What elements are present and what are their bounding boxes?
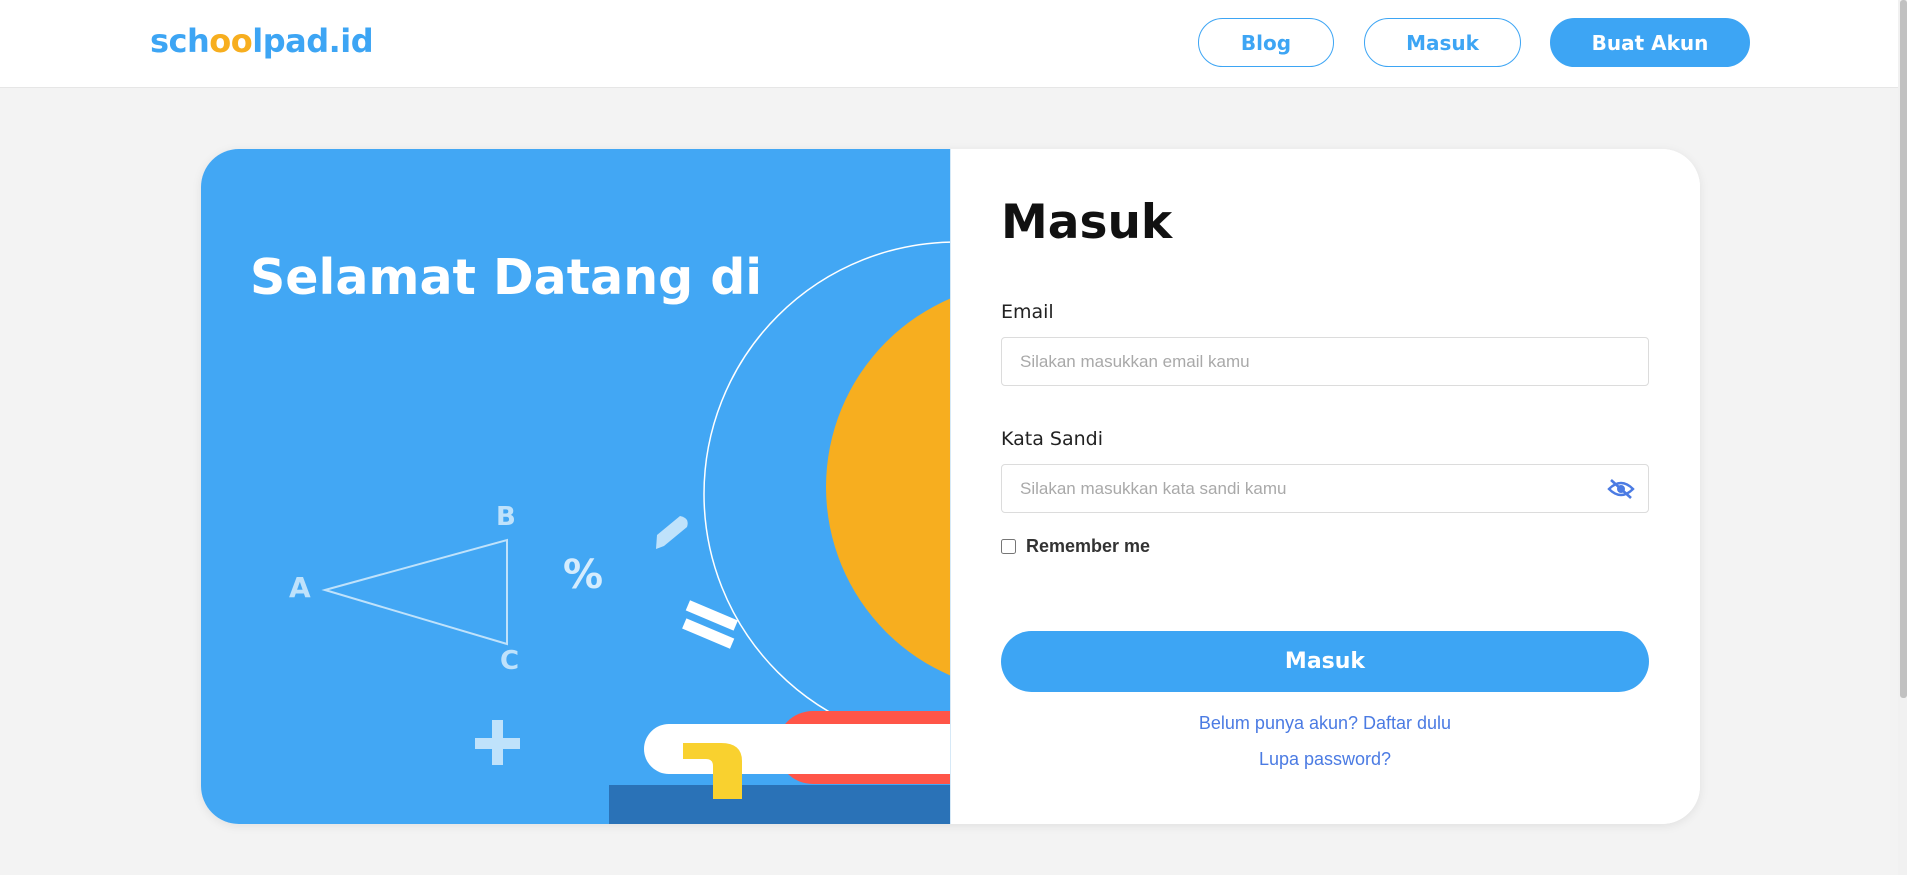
login-form: Masuk Email Kata Sandi Remember me Masuk… — [950, 149, 1700, 824]
email-input[interactable] — [1001, 337, 1649, 386]
logo-text-start: sch — [150, 22, 210, 60]
logo-text-end: lpad.id — [252, 22, 374, 60]
create-account-button[interactable]: Buat Akun — [1550, 18, 1750, 67]
schoolpad-logo[interactable]: schoolpad.id — [150, 22, 374, 60]
top-navbar: schoolpad.id Blog Masuk Buat Akun — [0, 0, 1907, 88]
email-label: Email — [1001, 301, 1054, 323]
remember-me-option[interactable]: Remember me — [1001, 536, 1150, 557]
pencil-icon — [656, 516, 688, 549]
triangle-label-a: A — [289, 571, 311, 604]
welcome-title: Selamat Datang di — [250, 249, 763, 306]
book-bottom — [609, 785, 950, 824]
logo-text-oo: oo — [209, 22, 253, 60]
login-card: Selamat Datang di A B C % Masuk Email Ka… — [201, 149, 1700, 824]
scrollbar-thumb[interactable] — [1900, 0, 1907, 698]
plus-vertical — [492, 720, 503, 765]
triangle-label-b: B — [496, 502, 516, 532]
orange-circle — [826, 298, 950, 676]
triangle-shape — [321, 538, 508, 646]
remember-me-label: Remember me — [1026, 536, 1151, 556]
register-link[interactable]: Belum punya akun? Daftar dulu — [1001, 713, 1649, 734]
login-submit-button[interactable]: Masuk — [1001, 631, 1649, 692]
percent-symbol: % — [563, 552, 604, 598]
password-input[interactable] — [1001, 464, 1649, 513]
login-nav-button[interactable]: Masuk — [1364, 18, 1521, 67]
welcome-illustration-panel: Selamat Datang di A B C % — [201, 149, 950, 824]
password-label: Kata Sandi — [1001, 428, 1103, 450]
triangle-label-c: C — [500, 646, 520, 676]
remember-me-checkbox[interactable] — [1001, 539, 1016, 554]
blog-button[interactable]: Blog — [1198, 18, 1334, 67]
eye-slash-icon[interactable] — [1607, 478, 1635, 500]
forgot-password-link[interactable]: Lupa password? — [1001, 749, 1649, 770]
login-title: Masuk — [1001, 195, 1173, 250]
